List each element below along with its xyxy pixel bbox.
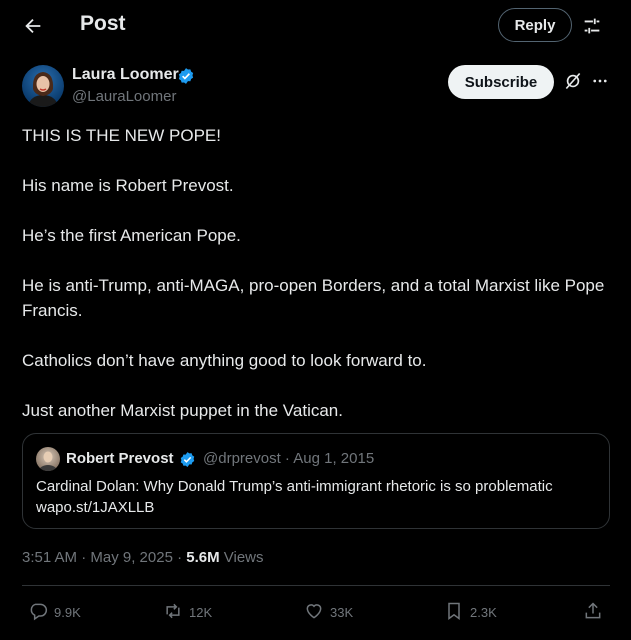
avatar[interactable] <box>22 65 64 107</box>
bookmark-icon <box>444 601 464 624</box>
subscribe-button[interactable]: Subscribe <box>448 65 554 99</box>
views-label: Views <box>219 549 264 566</box>
repost-icon <box>163 601 183 624</box>
top-bar: Post Reply <box>0 0 631 52</box>
post-time[interactable]: 3:51 AM · May 9, 2025 · <box>22 549 186 566</box>
grok-icon[interactable] <box>562 70 584 92</box>
post-text: THIS IS THE NEW POPE! His name is Robert… <box>22 123 612 423</box>
post-line: Just another Marxist puppet in the Vatic… <box>22 401 343 420</box>
share-action[interactable] <box>583 598 603 626</box>
post-line: Catholics don’t have anything good to lo… <box>22 351 427 370</box>
post-line: THIS IS THE NEW POPE! <box>22 126 221 145</box>
quote-link[interactable]: wapo.st/1JAXLLB <box>36 497 601 518</box>
quote-text-line: Cardinal Dolan: Why Donald Trump’s anti-… <box>36 478 553 495</box>
reply-icon <box>28 601 48 624</box>
reply-button[interactable]: Reply <box>498 8 572 42</box>
bookmark-action[interactable]: 2.3K <box>444 598 497 626</box>
action-bar: 9.9K 12K 33K 2.3K <box>0 598 631 626</box>
back-arrow-icon[interactable] <box>18 12 48 40</box>
post-line: His name is Robert Prevost. <box>22 176 234 195</box>
share-icon <box>583 601 603 624</box>
like-count: 33K <box>330 604 354 620</box>
like-icon <box>304 601 324 624</box>
quote-text: Cardinal Dolan: Why Donald Trump’s anti-… <box>36 476 601 518</box>
post-line: He is anti-Trump, anti-MAGA, pro-open Bo… <box>22 276 605 320</box>
bookmark-count: 2.3K <box>470 604 497 620</box>
post-line: He’s the first American Pope. <box>22 226 241 245</box>
more-icon[interactable] <box>589 70 611 92</box>
page-title: Post <box>80 12 126 35</box>
quote-avatar <box>36 447 60 471</box>
quoted-post[interactable]: Robert Prevost @drprevost · Aug 1, 2015 … <box>22 433 610 529</box>
reply-count: 9.9K <box>54 604 81 620</box>
filter-icon[interactable] <box>578 12 606 40</box>
author-handle[interactable]: @LauraLoomer <box>72 88 176 105</box>
repost-action[interactable]: 12K <box>163 598 212 626</box>
verified-icon <box>177 67 195 85</box>
quote-author-name: Robert Prevost <box>66 450 174 467</box>
like-action[interactable]: 33K <box>304 598 353 626</box>
quote-meta: @drprevost · Aug 1, 2015 <box>203 450 375 467</box>
divider <box>22 585 610 586</box>
reply-action[interactable]: 9.9K <box>28 598 81 626</box>
post-timestamp: 3:51 AM · May 9, 2025 · 5.6M Views <box>22 549 264 566</box>
author-name[interactable]: Laura Loomer <box>72 66 179 84</box>
verified-icon <box>179 451 196 468</box>
views-count: 5.6M <box>186 549 220 566</box>
repost-count: 12K <box>189 604 213 620</box>
